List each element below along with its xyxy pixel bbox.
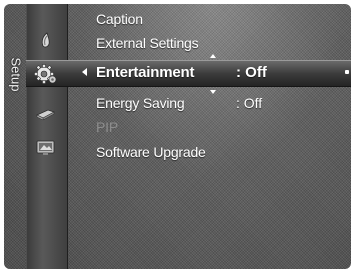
input-icon[interactable] — [34, 102, 58, 126]
menu-item-software-upgrade[interactable]: Software Upgrade — [96, 144, 206, 160]
setup-gear-icon[interactable] — [34, 62, 58, 86]
entertainment-value: : Off — [236, 64, 267, 81]
menu-item-energy-saving[interactable]: Energy Saving — [96, 95, 185, 111]
left-arrow-icon — [82, 68, 87, 76]
support-icon[interactable] — [34, 136, 58, 160]
menu-item-pip: PIP — [96, 119, 118, 135]
scroll-down-arrow-icon — [210, 90, 216, 94]
category-title: Setup — [6, 44, 26, 104]
picture-icon[interactable] — [34, 28, 58, 52]
menu-item-external-settings[interactable]: External Settings — [96, 35, 199, 51]
scroll-up-arrow-icon — [210, 54, 216, 58]
category-title-text: Setup — [8, 57, 24, 91]
menu-item-caption[interactable]: Caption — [96, 11, 143, 27]
right-arrow-icon — [345, 70, 349, 74]
setup-menu-panel: Setup Caption External Settings Entertai… — [4, 4, 351, 269]
menu-item-entertainment[interactable]: Entertainment — [96, 64, 194, 81]
tv-osd-screen: Setup Caption External Settings Entertai… — [0, 0, 355, 273]
energy-saving-value: : Off — [236, 95, 263, 111]
